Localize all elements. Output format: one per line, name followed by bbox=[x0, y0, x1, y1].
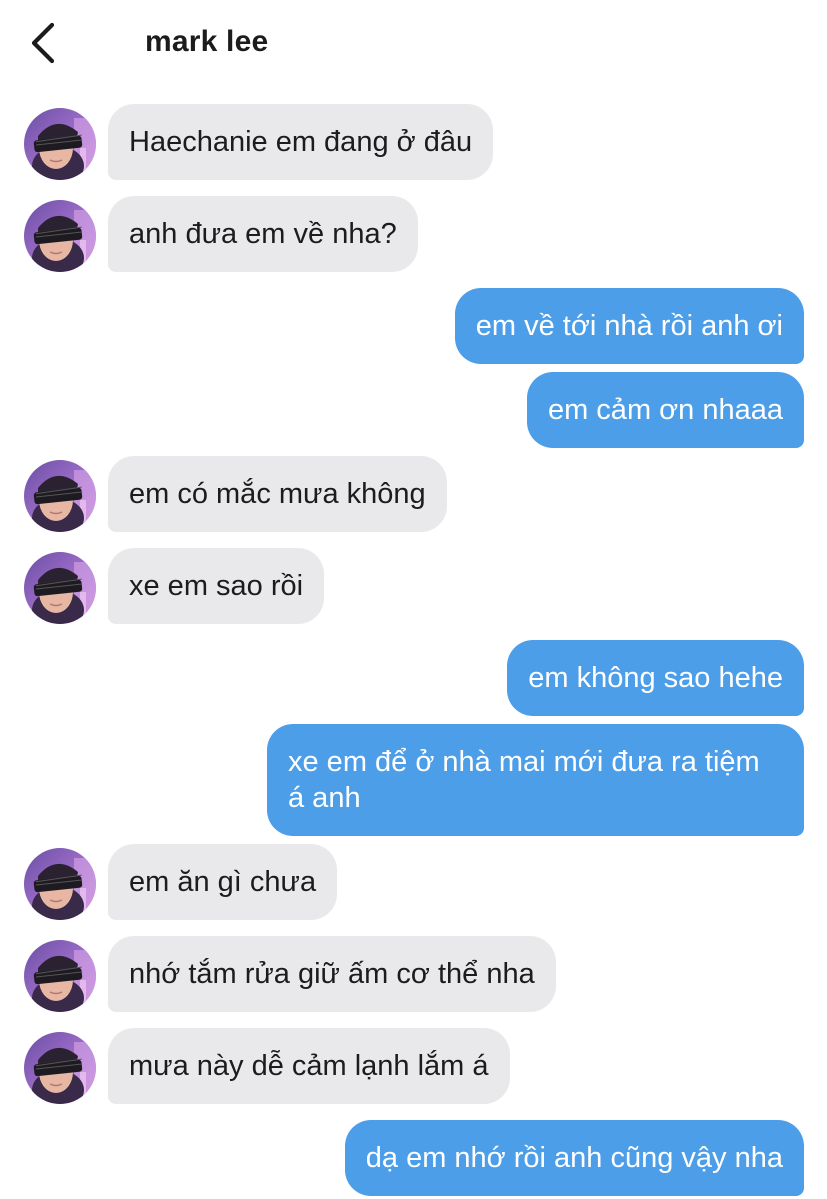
contact-avatar[interactable] bbox=[24, 200, 96, 272]
message-bubble-outgoing[interactable]: em cảm ơn nhaaa bbox=[526, 372, 804, 448]
message-bubble-incoming[interactable]: anh đưa em về nha? bbox=[108, 196, 418, 272]
contact-avatar[interactable] bbox=[24, 940, 96, 1012]
chevron-left-icon bbox=[31, 22, 55, 64]
contact-avatar[interactable] bbox=[24, 1032, 96, 1104]
message-bubble-incoming[interactable]: nhớ tắm rửa giữ ấm cơ thể nha bbox=[108, 936, 556, 1012]
avatar-image bbox=[24, 848, 96, 920]
message-bubble-outgoing[interactable]: em về tới nhà rồi anh ơi bbox=[454, 288, 804, 364]
avatar-image bbox=[24, 460, 96, 532]
message-bubble-outgoing[interactable]: em không sao hehe bbox=[507, 640, 804, 716]
message-bubble-incoming[interactable]: xe em sao rồi bbox=[108, 548, 325, 624]
message-bubble-outgoing[interactable]: xe em để ở nhà mai mới đưa ra tiệm á anh bbox=[267, 724, 804, 836]
message-bubble-incoming[interactable]: mưa này dễ cảm lạnh lắm á bbox=[108, 1028, 510, 1104]
contact-avatar[interactable] bbox=[24, 108, 96, 180]
avatar-image bbox=[24, 108, 96, 180]
contact-name[interactable]: mark lee bbox=[145, 22, 268, 62]
chat-header: mark lee bbox=[0, 0, 827, 90]
avatar-image bbox=[24, 940, 96, 1012]
avatar-image bbox=[24, 200, 96, 272]
avatar-image bbox=[24, 1032, 96, 1104]
contact-avatar[interactable] bbox=[24, 552, 96, 624]
contact-avatar[interactable] bbox=[24, 848, 96, 920]
message-bubble-incoming[interactable]: Haechanie em đang ở đâu bbox=[108, 104, 494, 180]
message-bubble-incoming[interactable]: em ăn gì chưa bbox=[108, 844, 338, 920]
back-button[interactable] bbox=[22, 18, 66, 68]
message-bubble-outgoing[interactable]: dạ em nhớ rồi anh cũng vậy nha bbox=[344, 1120, 804, 1196]
contact-avatar[interactable] bbox=[24, 460, 96, 532]
avatar-image bbox=[24, 552, 96, 624]
message-bubble-incoming[interactable]: em có mắc mưa không bbox=[108, 456, 447, 532]
